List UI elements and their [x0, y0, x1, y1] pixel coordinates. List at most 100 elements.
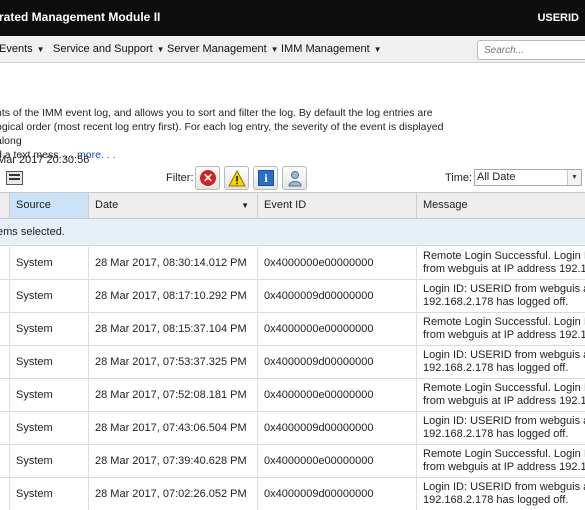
main-nav: Events ▼ Service and Support ▼ Server Mana…: [0, 36, 585, 63]
row-event-id: 0x4000009d00000000: [264, 356, 374, 368]
row-source: System: [16, 356, 53, 368]
row-message-line-1: Login ID: USERID from webguis at: [423, 349, 585, 361]
row-message-line-2: 192.168.2.178 has logged off.: [423, 296, 569, 308]
row-date: 28 Mar 2017, 07:43:06.504 PM: [95, 422, 247, 434]
column-header-date-label: Date: [95, 199, 119, 211]
row-source: System: [16, 389, 53, 401]
time-filter-value: All Date: [477, 171, 516, 183]
nav-events-label: Events: [0, 43, 33, 55]
nav-imm-management-label: IMM Management: [281, 43, 370, 55]
table-row[interactable]: System 28 Mar 2017, 07:02:26.052 PM 0x40…: [0, 478, 585, 510]
row-select-cell[interactable]: [0, 346, 10, 378]
table-row[interactable]: System 28 Mar 2017, 07:39:40.628 PM 0x40…: [0, 445, 585, 478]
row-select-cell[interactable]: [0, 247, 10, 279]
row-source: System: [16, 323, 53, 335]
nav-server-management-menu[interactable]: Server Management ▼: [167, 43, 279, 55]
title-bar: rated Management Module II USERID: [0, 0, 585, 36]
table-row[interactable]: System 28 Mar 2017, 07:52:08.181 PM 0x40…: [0, 379, 585, 412]
row-date: 28 Mar 2017, 08:17:10.292 PM: [95, 290, 247, 302]
filter-info-button[interactable]: i: [253, 166, 278, 190]
time-filter-select[interactable]: All Date ▼: [474, 169, 582, 186]
row-message-line-1: Login ID: USERID from webguis at: [423, 415, 585, 427]
chevron-down-icon: ▼: [36, 45, 45, 54]
row-message-line-2: 192.168.2.178 has logged off.: [423, 362, 569, 374]
row-date: 28 Mar 2017, 07:39:40.628 PM: [95, 455, 247, 467]
chevron-down-icon[interactable]: ▼: [567, 170, 581, 185]
row-event-id: 0x4000000e00000000: [264, 257, 374, 269]
row-message-line-2: 192.168.2.178 has logged off.: [423, 428, 569, 440]
description-line-2: ogical order (most recent log entry firs…: [0, 121, 444, 147]
row-select-cell[interactable]: [0, 478, 10, 510]
table-row[interactable]: System 28 Mar 2017, 07:43:06.504 PM 0x40…: [0, 412, 585, 445]
row-event-id: 0x4000009d00000000: [264, 488, 374, 500]
row-message-line-1: Remote Login Successful. Login ID: [423, 316, 585, 328]
column-header-source[interactable]: Source: [10, 193, 89, 218]
row-date: 28 Mar 2017, 07:53:37.325 PM: [95, 356, 247, 368]
row-message-line-1: Remote Login Successful. Login ID: [423, 448, 585, 460]
chevron-down-icon: ▼: [373, 45, 382, 54]
column-header-source-label: Source: [16, 199, 51, 211]
selection-status-text: ems selected.: [0, 226, 65, 238]
table-row[interactable]: System 28 Mar 2017, 08:17:10.292 PM 0x40…: [0, 280, 585, 313]
app-title: rated Management Module II: [0, 10, 161, 24]
row-message-line-1: Login ID: USERID from webguis at: [423, 481, 585, 493]
table-header: Source Date ▼ Event ID Message: [0, 192, 585, 219]
row-date: 28 Mar 2017, 07:52:08.181 PM: [95, 389, 247, 401]
selection-status-bar: ems selected.: [0, 219, 585, 246]
filter-error-button[interactable]: ✕: [195, 166, 220, 190]
row-select-cell[interactable]: [0, 379, 10, 411]
row-message-line-1: Login ID: USERID from webguis at: [423, 283, 585, 295]
column-header-message[interactable]: Message: [417, 193, 585, 218]
row-message-line-2: from webguis at IP address 192.1: [423, 329, 585, 341]
filter-audit-button[interactable]: [282, 166, 307, 190]
nav-service-support-label: Service and Support: [53, 43, 153, 55]
table-row[interactable]: System 28 Mar 2017, 08:30:14.012 PM 0x40…: [0, 247, 585, 280]
user-id-label[interactable]: USERID: [537, 12, 579, 24]
row-message-line-1: Remote Login Successful. Login ID: [423, 382, 585, 394]
row-source: System: [16, 488, 53, 500]
filter-warning-button[interactable]: [224, 166, 249, 190]
table-row[interactable]: System 28 Mar 2017, 08:15:37.104 PM 0x40…: [0, 313, 585, 346]
row-select-cell[interactable]: [0, 280, 10, 312]
row-event-id: 0x4000000e00000000: [264, 389, 374, 401]
chevron-down-icon: ▼: [156, 45, 165, 54]
row-source: System: [16, 257, 53, 269]
row-source: System: [16, 290, 53, 302]
sort-desc-icon[interactable]: ▼: [241, 193, 249, 218]
column-header-date[interactable]: Date ▼: [89, 193, 258, 218]
table-row[interactable]: System 28 Mar 2017, 07:53:37.325 PM 0x40…: [0, 346, 585, 379]
row-source: System: [16, 455, 53, 467]
column-settings-icon[interactable]: [6, 171, 23, 185]
audit-icon: [288, 171, 302, 187]
filter-label: Filter:: [166, 172, 194, 184]
row-select-cell[interactable]: [0, 412, 10, 444]
column-header-event-id-label: Event ID: [264, 199, 307, 211]
warning-icon: [228, 170, 246, 187]
row-message-line-2: from webguis at IP address 192.1: [423, 395, 585, 407]
filter-toolbar: Filter: ✕ i Time: All Date ▼: [0, 165, 585, 191]
nav-events-menu[interactable]: Events ▼: [0, 43, 45, 55]
time-label: Time:: [445, 172, 473, 184]
row-event-id: 0x4000000e00000000: [264, 323, 374, 335]
row-select-cell[interactable]: [0, 313, 10, 345]
search-input[interactable]: [478, 41, 585, 59]
description-line-1: nts of the IMM event log, and allows you…: [0, 107, 433, 119]
nav-server-management-label: Server Management: [167, 43, 267, 55]
row-message-line-1: Remote Login Successful. Login ID: [423, 250, 585, 262]
row-message-line-2: 192.168.2.178 has logged off.: [423, 494, 569, 506]
row-select-cell[interactable]: [0, 445, 10, 477]
column-settings-bar: [9, 178, 20, 180]
column-header-event-id[interactable]: Event ID: [258, 193, 417, 218]
row-date: 28 Mar 2017, 08:15:37.104 PM: [95, 323, 247, 335]
info-icon: i: [258, 170, 274, 186]
row-event-id: 0x4000009d00000000: [264, 290, 374, 302]
error-icon: ✕: [200, 170, 216, 186]
search-box: [477, 40, 585, 60]
chevron-down-icon: ▼: [270, 45, 279, 54]
column-settings-bar: [9, 174, 20, 176]
nav-service-support-menu[interactable]: Service and Support ▼: [53, 43, 165, 55]
nav-imm-management-menu[interactable]: IMM Management ▼: [281, 43, 382, 55]
row-message-line-2: from webguis at IP address 192.1: [423, 461, 585, 473]
column-header-select[interactable]: [0, 193, 10, 218]
row-event-id: 0x4000000e00000000: [264, 455, 374, 467]
